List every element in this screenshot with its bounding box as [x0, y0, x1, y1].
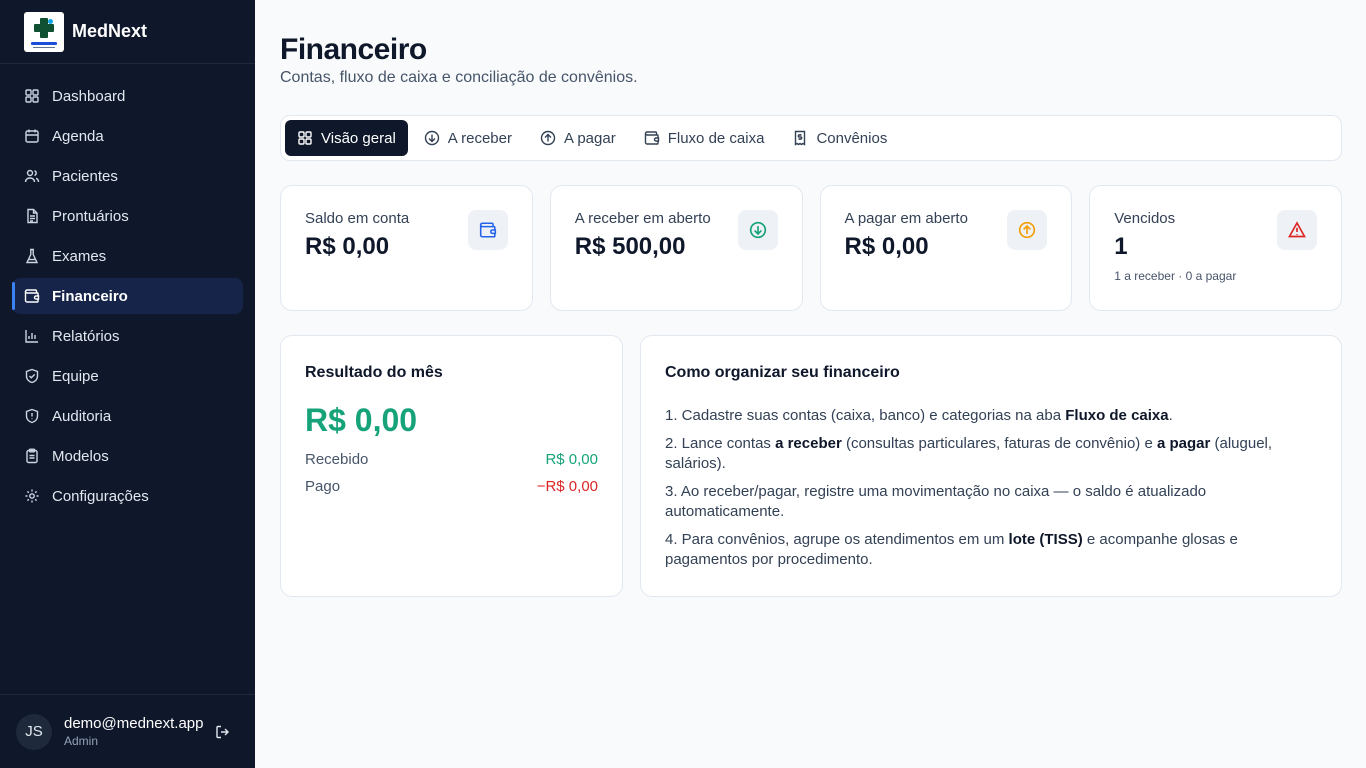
- sidebar-item-modelos[interactable]: Modelos: [12, 438, 243, 474]
- stat-card-a-receber: A receber em aberto R$ 500,00: [549, 185, 803, 311]
- received-row: Recebido R$ 0,00: [305, 451, 598, 468]
- sidebar-item-label: Configurações: [52, 487, 149, 505]
- sidebar-item-label: Financeiro: [52, 287, 128, 305]
- tab-label: Fluxo de caixa: [667, 129, 765, 147]
- sidebar-item-pacientes[interactable]: Pacientes: [12, 158, 243, 194]
- user-info: demo@mednext.app Admin: [64, 715, 203, 748]
- stat-card-a-pagar: A pagar em aberto R$ 0,00: [819, 185, 1073, 311]
- tab-convenios[interactable]: Convênios: [780, 120, 899, 156]
- sidebar-item-label: Equipe: [52, 367, 99, 385]
- main-content: Financeiro Contas, fluxo de caixa e conc…: [280, 0, 1342, 597]
- sidebar-item-dashboard[interactable]: Dashboard: [12, 78, 243, 114]
- tab-label: Visão geral: [321, 129, 396, 147]
- guide-card: Como organizar seu financeiro 1. Cadastr…: [640, 335, 1342, 597]
- calendar-icon: [25, 129, 39, 143]
- guide-step: 4. Para convênios, agrupe os atendimento…: [665, 531, 1238, 568]
- stat-card-saldo: Saldo em conta R$ 0,00: [280, 185, 533, 311]
- sidebar-item-exames[interactable]: Exames: [12, 238, 243, 274]
- result-value: R$ 0,00: [305, 402, 418, 438]
- sidebar-item-label: Agenda: [52, 127, 104, 145]
- stat-icon-box: [737, 210, 778, 250]
- logout-button[interactable]: [213, 722, 233, 742]
- result-card: Resultado do mês R$ 0,00 Recebido R$ 0,0…: [280, 335, 623, 597]
- wallet-icon: [24, 289, 40, 303]
- arrow-down-circle-icon: [749, 221, 766, 239]
- sidebar-item-prontuarios[interactable]: Prontuários: [12, 198, 243, 234]
- sidebar: MedNext Dashboard Agenda Pacientes Pront…: [0, 0, 255, 768]
- avatar[interactable]: JS: [16, 713, 52, 750]
- wallet-icon: [479, 222, 496, 238]
- guide-step: 3. Ao receber/pagar, registre uma movime…: [665, 483, 1207, 520]
- guide-step: 2. Lance contas a receber (consultas par…: [665, 435, 1273, 472]
- tab-label: A receber: [447, 129, 512, 147]
- paid-label: Pago: [305, 478, 341, 495]
- stat-icon-box: [1277, 210, 1317, 250]
- bottom-row: Resultado do mês R$ 0,00 Recebido R$ 0,0…: [280, 335, 1342, 597]
- sidebar-item-label: Pacientes: [52, 167, 118, 185]
- alert-triangle-icon: [1288, 221, 1306, 238]
- stat-icon-box: [467, 210, 508, 250]
- sidebar-item-label: Prontuários: [52, 207, 129, 225]
- page-title: Financeiro: [280, 33, 427, 66]
- sidebar-item-auditoria[interactable]: Auditoria: [12, 398, 243, 434]
- shield-check-icon: [25, 368, 39, 384]
- clipboard-icon: [26, 448, 38, 464]
- tab-a-receber[interactable]: A receber: [412, 120, 524, 156]
- result-title: Resultado do mês: [305, 364, 443, 381]
- tab-label: A pagar: [564, 129, 616, 147]
- paid-value: −R$ 0,00: [536, 478, 598, 495]
- sidebar-item-label: Exames: [52, 247, 107, 265]
- logout-icon: [216, 725, 230, 738]
- user-panel: JS demo@mednext.app Admin: [0, 694, 255, 768]
- stat-card-vencidos: Vencidos 1 1 a receber · 0 a pagar: [1089, 185, 1342, 311]
- tab-a-pagar[interactable]: A pagar: [528, 120, 628, 156]
- shield-alert-icon: [25, 408, 39, 424]
- sidebar-nav: Dashboard Agenda Pacientes Prontuários E…: [12, 78, 243, 518]
- bar-chart-icon: [25, 330, 38, 343]
- sidebar-item-configuracoes[interactable]: Configurações: [12, 478, 243, 514]
- guide-title: Como organizar seu financeiro: [665, 364, 900, 381]
- arrow-up-circle-icon: [540, 130, 556, 146]
- file-text-icon: [27, 208, 38, 224]
- sidebar-item-equipe[interactable]: Equipe: [12, 358, 243, 394]
- sidebar-item-financeiro[interactable]: Financeiro: [12, 278, 243, 314]
- arrow-up-circle-icon: [1019, 221, 1036, 239]
- stats-row: Saldo em conta R$ 0,00 A receber em aber…: [280, 185, 1342, 311]
- received-value: R$ 0,00: [545, 451, 598, 468]
- user-role: Admin: [64, 734, 99, 748]
- app-name: MedNext: [72, 21, 148, 41]
- paid-row: Pago −R$ 0,00: [305, 478, 598, 495]
- guide-step: 1. Cadastre suas contas (caixa, banco) e…: [665, 407, 1173, 424]
- page-subtitle: Contas, fluxo de caixa e conciliação de …: [280, 69, 638, 86]
- users-icon: [24, 169, 40, 183]
- wallet-icon: [644, 131, 659, 145]
- user-email: demo@mednext.app: [64, 715, 204, 732]
- guide-list: 1. Cadastre suas contas (caixa, banco) e…: [665, 406, 1317, 570]
- tab-bar: Visão geral A receber A pagar Fluxo de c…: [280, 115, 1342, 161]
- tab-fluxo-de-caixa[interactable]: Fluxo de caixa: [632, 120, 777, 156]
- stat-note: 1 a receber · 0 a pagar: [1114, 269, 1237, 283]
- grid-icon: [298, 131, 312, 145]
- sidebar-item-label: Relatórios: [52, 327, 120, 345]
- sidebar-item-agenda[interactable]: Agenda: [12, 118, 243, 154]
- received-label: Recebido: [305, 451, 369, 468]
- dashboard-icon: [25, 89, 39, 103]
- sidebar-item-label: Dashboard: [52, 87, 126, 105]
- brand[interactable]: MedNext: [0, 0, 255, 64]
- sidebar-item-relatorios[interactable]: Relatórios: [12, 318, 243, 354]
- receipt-icon: [795, 130, 806, 146]
- gear-icon: [25, 489, 39, 503]
- tab-label: Convênios: [816, 129, 888, 147]
- arrow-down-circle-icon: [424, 130, 439, 146]
- stat-icon-box: [1007, 210, 1048, 250]
- sidebar-item-label: Modelos: [52, 447, 109, 465]
- sidebar-item-label: Auditoria: [52, 407, 112, 425]
- flask-icon: [25, 248, 39, 264]
- app-logo: [24, 11, 64, 52]
- tab-visao-geral[interactable]: Visão geral: [285, 120, 408, 156]
